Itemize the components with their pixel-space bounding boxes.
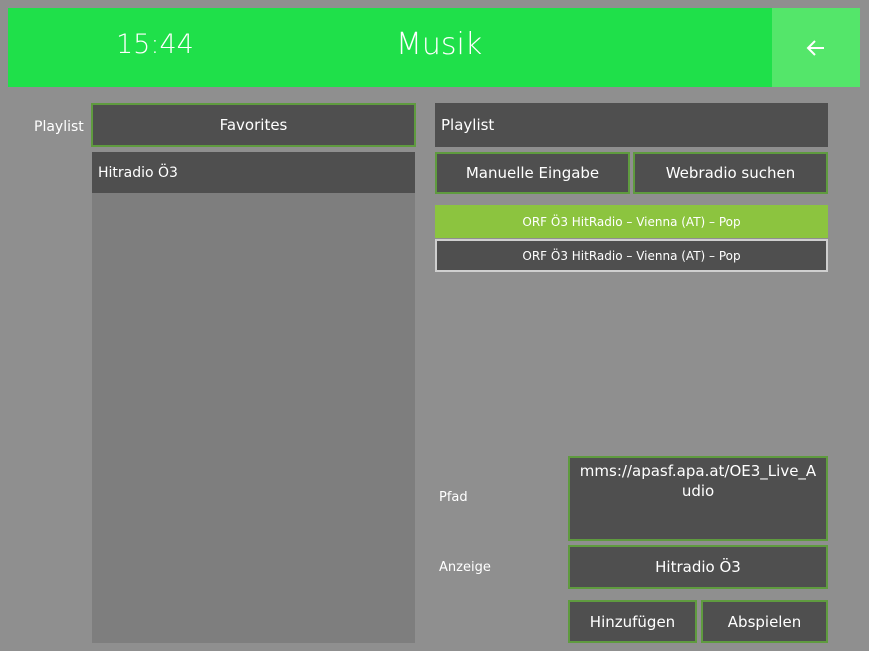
clock-display: 15:44 [116, 29, 194, 60]
list-item[interactable]: Hitradio Ö3 [92, 152, 415, 193]
search-result[interactable]: ORF Ö3 HitRadio – Vienna (AT) – Pop [435, 239, 828, 272]
playlist-field-right: Playlist [435, 103, 828, 147]
back-button[interactable] [772, 8, 860, 87]
play-button[interactable]: Abspielen [701, 600, 828, 643]
display-name-input[interactable]: Hitradio Ö3 [568, 545, 828, 589]
webradio-search-button[interactable]: Webradio suchen [633, 152, 828, 194]
search-result-selected[interactable]: ORF Ö3 HitRadio – Vienna (AT) – Pop [435, 205, 828, 238]
add-button[interactable]: Hinzufügen [568, 600, 697, 643]
playlist-list[interactable]: Hitradio Ö3 [92, 152, 415, 643]
display-label: Anzeige [439, 560, 491, 575]
arrow-left-icon [806, 39, 824, 56]
header-bar: 15:44 Musik [8, 8, 860, 87]
playlist-select-button[interactable]: Favorites [91, 103, 416, 147]
manual-entry-button[interactable]: Manuelle Eingabe [435, 152, 630, 194]
path-label: Pfad [439, 490, 468, 505]
playlist-label-left: Playlist [34, 119, 84, 135]
path-input[interactable]: mms://apasf.apa.at/OE3_Live_Audio [568, 456, 828, 541]
page-title: Musik [396, 27, 483, 62]
